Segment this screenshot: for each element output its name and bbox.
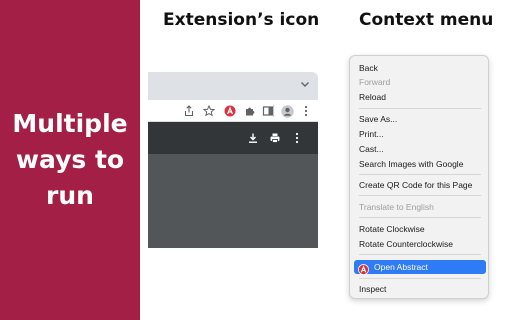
promo-line: Multiple — [12, 109, 128, 138]
pdf-toolbar — [148, 122, 318, 154]
menu-item-save-as[interactable]: Save As... — [359, 113, 397, 125]
extensions-puzzle-icon[interactable] — [242, 103, 258, 119]
toolbar-divider — [273, 105, 274, 117]
profile-avatar-icon[interactable] — [279, 103, 295, 119]
menu-item-create-qr-code[interactable]: Create QR Code for this Page — [359, 179, 472, 191]
tab-strip — [148, 72, 318, 100]
menu-item-label: Open Abstract — [374, 262, 428, 272]
menu-separator — [359, 254, 481, 255]
menu-separator — [359, 278, 481, 279]
menu-separator — [359, 217, 481, 218]
abstract-extension-icon[interactable] — [222, 103, 238, 119]
menu-item-open-abstract[interactable]: Open Abstract — [354, 260, 486, 275]
promo-line: ways to — [15, 145, 125, 174]
share-icon[interactable] — [181, 103, 197, 119]
browser-toolbar — [148, 100, 318, 122]
menu-item-reload[interactable]: Reload — [359, 91, 386, 103]
menu-item-print[interactable]: Print... — [359, 128, 384, 140]
menu-separator — [359, 174, 481, 175]
menu-item-search-images[interactable]: Search Images with Google — [359, 158, 463, 170]
pdf-viewport — [148, 154, 318, 248]
bookmark-star-icon[interactable] — [201, 103, 217, 119]
context-menu-heading: Context menu — [359, 10, 494, 30]
chevron-down-icon[interactable] — [298, 77, 312, 91]
menu-item-cast[interactable]: Cast... — [359, 143, 384, 155]
download-icon[interactable] — [245, 130, 261, 146]
context-menu: Back Forward Reload Save As... Print... … — [349, 55, 489, 299]
more-vert-icon[interactable] — [289, 130, 305, 146]
menu-item-forward: Forward — [359, 77, 391, 87]
menu-item-inspect[interactable]: Inspect — [359, 283, 386, 295]
more-vert-icon[interactable] — [298, 103, 314, 119]
extension-icon-heading: Extension’s icon — [163, 10, 320, 30]
menu-item-rotate-clockwise[interactable]: Rotate Clockwise — [359, 223, 425, 235]
promo-panel: Multiple ways to run — [0, 0, 140, 320]
print-icon[interactable] — [267, 130, 283, 146]
promo-headline: Multiple ways to run — [0, 106, 140, 214]
menu-separator — [359, 195, 481, 196]
browser-window — [148, 72, 318, 248]
menu-item-rotate-counterclockwise[interactable]: Rotate Counterclockwise — [359, 238, 453, 250]
menu-separator — [359, 108, 481, 109]
menu-item-translate: Translate to English — [359, 202, 434, 212]
promo-line: run — [46, 181, 94, 210]
menu-item-back[interactable]: Back — [359, 62, 378, 74]
abstract-extension-icon — [358, 262, 369, 275]
